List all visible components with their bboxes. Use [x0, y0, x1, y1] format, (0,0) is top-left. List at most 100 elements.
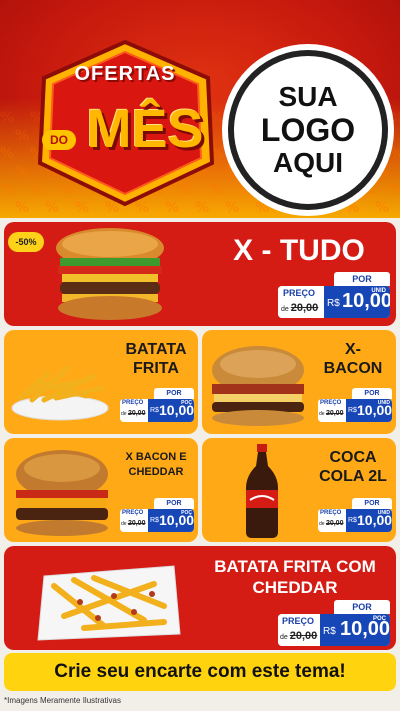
unit-label: UNID: [377, 510, 390, 516]
preco-label: PREÇO: [122, 400, 144, 406]
logo-line-3: AQUI: [273, 147, 343, 178]
old-price-value: 20,00: [290, 302, 319, 314]
price-body: PREÇO de 20,00 R$ 10,00 POÇ: [278, 614, 390, 646]
currency-label: R$: [327, 298, 340, 309]
old-price: de 20,00: [280, 630, 317, 642]
title-line: BACON: [323, 360, 383, 377]
por-label: POR: [352, 498, 392, 509]
title-line: X BACON E: [125, 451, 187, 463]
product-card-x-bacon[interactable]: X- BACON POR PREÇO de 20,00 R$ 10,00 UNI…: [202, 330, 396, 434]
product-card-x-tudo[interactable]: X - TUDO POR PREÇO de 20,00 R$ 10,00 UNI…: [4, 222, 396, 326]
discount-badge: -50%: [8, 232, 44, 252]
title-line: FRITA: [133, 360, 179, 377]
old-price-value: 20,00: [127, 410, 146, 417]
percent-pattern-glyph: %: [15, 164, 30, 180]
percent-pattern-glyph: %: [390, 110, 400, 126]
unit-label: POÇ: [181, 400, 192, 406]
product-title: BATATA FRITA COM CHEDDAR: [200, 556, 390, 598]
product-title: X - TUDO: [204, 234, 394, 268]
preco-label: PREÇO: [320, 510, 342, 516]
price-body: PREÇO de 20,00 R$ 10,00 UNID: [318, 509, 392, 532]
burger-icon: [206, 344, 310, 432]
percent-pattern-glyph: %: [390, 146, 400, 162]
old-price: de 20,00: [281, 302, 318, 314]
preco-label: PREÇO: [283, 288, 316, 298]
percent-pattern-glyph: %: [15, 128, 30, 144]
price-tag: POR PREÇO de 20,00 R$ 10,00 POÇ: [120, 388, 194, 424]
product-title: BATATA FRITA: [116, 340, 196, 378]
old-price: de 20,00: [121, 520, 145, 527]
price-tag: POR PREÇO de 20,00 R$ 10,00 POÇ: [278, 600, 390, 648]
badge-ofertas-text: OFERTAS: [74, 63, 176, 85]
price-tag: POR PREÇO de 20,00 R$ 10,00 UNID: [318, 498, 392, 534]
unit-label: UNID: [377, 400, 390, 406]
currency-label: R$: [150, 407, 159, 414]
de-label: de: [280, 634, 288, 641]
product-title: COCA COLA 2L: [312, 448, 394, 486]
percent-pattern-glyph: %: [345, 200, 360, 216]
por-label: POR: [334, 600, 390, 614]
soda-bottle-icon: [242, 442, 282, 542]
price-body: PREÇO de 20,00 R$ 10,00 UNID: [318, 399, 392, 422]
cta-banner[interactable]: Crie seu encarte com este tema!: [4, 653, 396, 691]
footnote: *Imagens Meramente Ilustrativas: [4, 696, 121, 705]
old-price: de 20,00: [121, 410, 145, 417]
price-tag: POR PREÇO de 20,00 R$ 10,00 UNID: [278, 272, 390, 320]
de-label: de: [121, 411, 127, 417]
old-price-value: 20,00: [325, 520, 344, 527]
product-card-batata-cheddar[interactable]: BATATA FRITA COM CHEDDAR POR PREÇO de 20…: [4, 546, 396, 650]
title-line: X-: [345, 341, 361, 358]
fries-icon: [34, 556, 184, 650]
old-price-value: 20,00: [289, 630, 318, 642]
unit-label: POÇ: [372, 616, 386, 622]
por-label: POR: [154, 498, 194, 509]
price-body: PREÇO de 20,00 R$ 10,00 POÇ: [120, 399, 194, 422]
percent-pattern-glyph: %: [390, 182, 400, 198]
price-body: PREÇO de 20,00 R$ 10,00 UNID: [278, 286, 390, 318]
old-price-value: 20,00: [127, 520, 146, 527]
product-card-batata-frita[interactable]: BATATA FRITA POR PREÇO de 20,00 R$ 10,00…: [4, 330, 198, 434]
currency-label: R$: [348, 407, 357, 414]
preco-label: PREÇO: [282, 616, 315, 626]
currency-label: R$: [348, 517, 357, 524]
product-card-coca-cola[interactable]: COCA COLA 2L POR PREÇO de 20,00 R$ 10,00…: [202, 438, 396, 542]
old-price-value: 20,00: [325, 410, 344, 417]
preco-label: PREÇO: [320, 400, 342, 406]
por-label: POR: [334, 272, 390, 286]
currency-label: R$: [150, 517, 159, 524]
old-price: de 20,00: [319, 410, 343, 417]
old-price: de 20,00: [319, 520, 343, 527]
product-card-x-bacon-cheddar[interactable]: X BACON E CHEDDAR POR PREÇO de 20,00 R$ …: [4, 438, 198, 542]
logo-placeholder[interactable]: SUA LOGO AQUI: [228, 50, 388, 210]
de-label: de: [121, 521, 127, 527]
price-tag: POR PREÇO de 20,00 R$ 10,00 POÇ: [120, 498, 194, 534]
logo-line-1: SUA: [278, 81, 338, 112]
percent-pattern-glyph: %: [0, 182, 15, 198]
burger-icon: [10, 448, 114, 542]
title-line: BATATA: [125, 341, 187, 358]
title-line: X - TUDO: [233, 234, 365, 267]
por-label: POR: [154, 388, 194, 399]
logo-line-2: LOGO: [260, 112, 356, 148]
ofertas-do-mes-badge: OFERTAS DO MÊS: [30, 38, 220, 208]
price-body: PREÇO de 20,00 R$ 10,00 POÇ: [120, 509, 194, 532]
unit-label: POÇ: [181, 510, 192, 516]
header-banner: %%%%%%%%%%%%%%%%%%%%%%%%%%%%%%%%%%%%%%%%…: [0, 0, 400, 218]
title-line: CHEDDAR: [128, 466, 184, 478]
por-label: POR: [352, 388, 392, 399]
percent-pattern-glyph: %: [0, 146, 15, 162]
percent-pattern-glyph: %: [225, 200, 240, 216]
percent-pattern-glyph: %: [0, 110, 15, 126]
percent-pattern-glyph: %: [375, 200, 390, 216]
preco-label: PREÇO: [122, 510, 144, 516]
percent-pattern-glyph: %: [15, 200, 30, 216]
currency-label: R$: [323, 626, 336, 637]
product-title: X- BACON: [312, 340, 394, 378]
percent-pattern-glyph: %: [255, 200, 270, 216]
unit-label: UNID: [371, 288, 386, 294]
de-label: de: [281, 306, 289, 313]
title-line: COCA: [329, 449, 377, 466]
de-label: de: [319, 521, 325, 527]
title-line: BATATA FRITA COM: [214, 557, 376, 576]
fries-icon: [8, 352, 112, 426]
